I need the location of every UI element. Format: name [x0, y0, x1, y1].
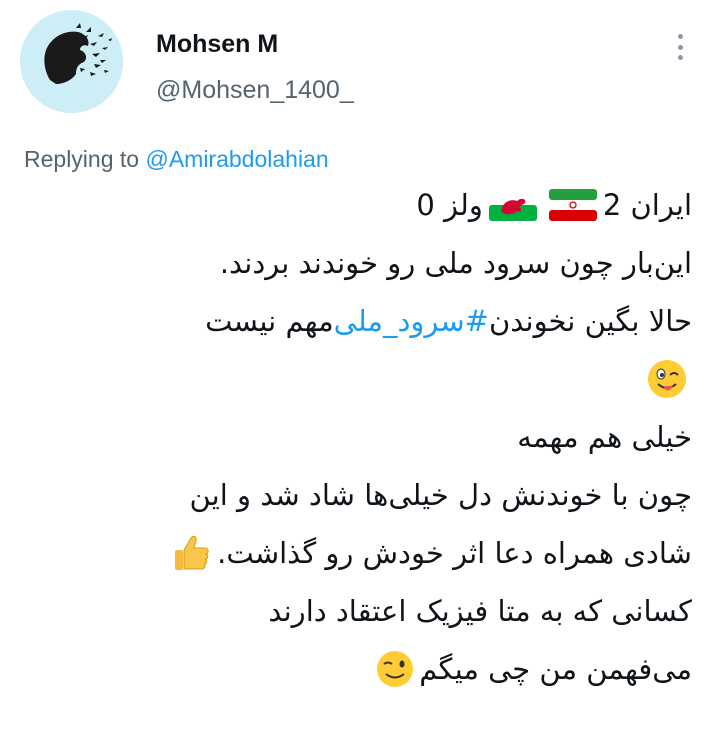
tweet-text: ایران 2 ولز 0 این‌بار چون سرود ملی رو خو…	[20, 176, 692, 698]
tweet-line-4	[20, 350, 692, 408]
tweet-line-3: حالا بگین نخوندن #سرود_ملی مهم نیست	[20, 292, 692, 350]
line3-before: حالا بگین نخوندن	[488, 304, 692, 338]
user-handle[interactable]: @Mohsen_1400_	[156, 76, 354, 105]
tweet-line-5: خیلی هم مهمه	[517, 420, 692, 454]
line7-text: شادی همراه دعا اثر خودش رو گذاشت.	[217, 536, 692, 570]
tweet-line-8: کسانی که به متا فیزیک اعتقاد دارند	[268, 594, 692, 628]
tweet-line-6: چون با خوندنش دل خیلی‌ها شاد شد و این	[189, 478, 692, 512]
score-iran: ایران 2	[602, 188, 692, 222]
iran-flag-icon	[548, 189, 597, 221]
thumbs-up-icon	[175, 535, 209, 570]
line9-text: می‌فهمن من چی میگم	[419, 652, 692, 686]
winking-face-icon	[377, 651, 414, 687]
hashtag-link[interactable]: #سرود_ملی	[334, 292, 489, 350]
winking-face-with-tongue-icon	[648, 360, 686, 398]
score-wales: ولز 0	[416, 188, 483, 222]
avatar[interactable]	[20, 10, 123, 113]
more-vertical-icon[interactable]	[670, 34, 690, 60]
wales-flag-icon	[488, 189, 537, 221]
line3-after: مهم نیست	[205, 304, 334, 338]
birds-head-avatar-icon	[20, 10, 123, 113]
tweet-line-1: ایران 2 ولز 0	[20, 176, 692, 234]
tweet-line-9: می‌فهمن من چی میگم	[20, 640, 692, 698]
replying-to: Replying to @Amirabdolahian	[24, 146, 329, 173]
tweet-line-7: شادی همراه دعا اثر خودش رو گذاشت.	[20, 524, 692, 582]
replying-to-label: Replying to	[24, 146, 146, 172]
reply-mention-link[interactable]: @Amirabdolahian	[145, 146, 328, 172]
tweet-line-2: این‌بار چون سرود ملی رو خوندند بردند.	[219, 246, 692, 280]
display-name[interactable]: Mohsen M	[156, 30, 278, 59]
